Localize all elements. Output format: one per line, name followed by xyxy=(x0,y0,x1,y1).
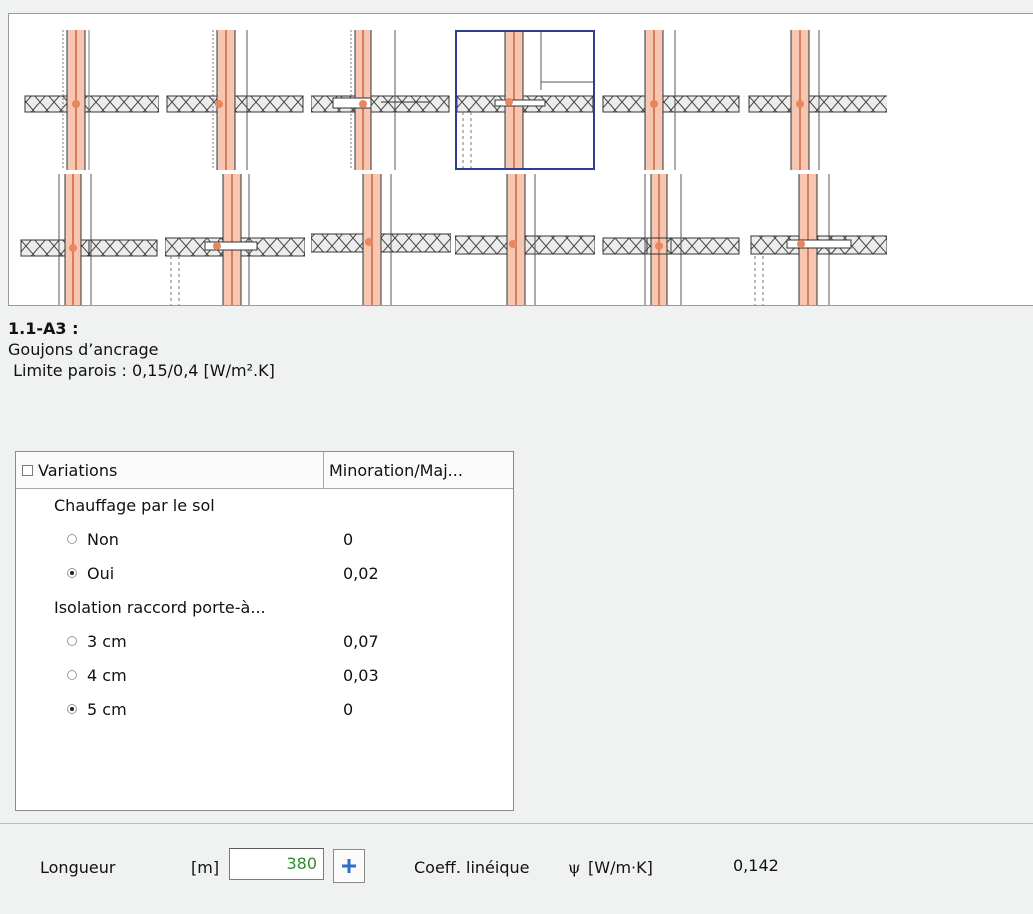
detail-description: Goujons d’ancrage xyxy=(8,340,159,359)
option-row-insulation-3cm[interactable]: 3 cm 0,07 xyxy=(16,624,513,658)
option-label: Non xyxy=(87,529,119,549)
thumbnail-drawing xyxy=(311,30,450,170)
length-label: Longueur xyxy=(40,858,116,877)
variations-select-all-checkbox[interactable] xyxy=(22,464,33,476)
option-value: 0 xyxy=(343,529,354,549)
option-value: 0 xyxy=(343,699,354,719)
thumbnail-drawing xyxy=(166,30,304,170)
thumbnail-drawing xyxy=(311,174,451,305)
thumbnail-row1-col2[interactable] xyxy=(165,30,305,170)
thumbnail-drawing xyxy=(455,174,595,305)
variations-table-header: Variations Minoration/Maj... xyxy=(16,452,513,489)
thumbnail-row2-col4[interactable] xyxy=(455,174,595,305)
variation-group-floor-heating: Chauffage par le sol xyxy=(16,488,513,522)
variations-table: Variations Minoration/Maj... Chauffage p… xyxy=(15,451,514,811)
plus-icon xyxy=(342,859,356,873)
thumbnail-drawing xyxy=(602,30,740,170)
thumbnail-row2-col1[interactable] xyxy=(19,174,159,305)
detail-thumbnail-gallery[interactable] xyxy=(8,13,1033,306)
wall-limit-text: Limite parois : 0,15/0,4 [W/m².K] xyxy=(8,361,275,380)
variations-column-label: Variations xyxy=(38,460,118,480)
linear-coefficient-label: Coeff. linéique xyxy=(414,858,530,877)
option-row-floor-heating-no[interactable]: Non 0 xyxy=(16,522,513,556)
option-label: Oui xyxy=(87,563,115,583)
bottom-toolbar: Longueur [m] 380 Coeff. linéique ψ [W/m·… xyxy=(0,824,1033,914)
option-label: 3 cm xyxy=(87,631,127,651)
detail-info: 1.1-A3 : Goujons d’ancrage Limite parois… xyxy=(8,318,275,381)
psi-symbol: ψ xyxy=(568,858,581,877)
thumbnail-row2-col3[interactable] xyxy=(311,174,451,305)
radio-button-selected[interactable] xyxy=(67,568,77,578)
length-input[interactable]: 380 xyxy=(229,848,324,880)
variations-column-header[interactable]: Variations xyxy=(16,452,324,488)
thumbnail-drawing xyxy=(456,30,595,170)
thumbnail-drawing xyxy=(602,174,740,305)
option-row-floor-heating-yes[interactable]: Oui 0,02 xyxy=(16,556,513,590)
radio-button-selected[interactable] xyxy=(67,704,77,714)
detail-code: 1.1-A3 : xyxy=(8,319,79,338)
thumbnail-row1-col1[interactable] xyxy=(19,30,159,170)
radio-button[interactable] xyxy=(67,534,77,544)
option-label: 4 cm xyxy=(87,665,127,685)
radio-button[interactable] xyxy=(67,670,77,680)
option-row-insulation-5cm[interactable]: 5 cm 0 xyxy=(16,692,513,726)
option-value: 0,07 xyxy=(343,631,379,651)
thumbnail-drawing xyxy=(748,30,887,170)
add-button[interactable] xyxy=(333,849,365,883)
group-label: Isolation raccord porte-à... xyxy=(54,597,266,617)
option-value: 0,03 xyxy=(343,665,379,685)
thumbnail-drawing xyxy=(165,174,305,305)
adjustment-column-header[interactable]: Minoration/Maj... xyxy=(324,452,513,488)
thumbnail-row2-col2[interactable] xyxy=(165,174,305,305)
adjustment-column-label: Minoration/Maj... xyxy=(329,460,463,480)
group-label: Chauffage par le sol xyxy=(54,495,215,515)
radio-button[interactable] xyxy=(67,636,77,646)
thumbnail-row1-col3[interactable] xyxy=(311,30,451,170)
thumbnail-drawing xyxy=(20,174,158,305)
length-unit: [m] xyxy=(191,858,220,877)
option-value: 0,02 xyxy=(343,563,379,583)
thumbnail-drawing xyxy=(750,174,887,305)
option-row-insulation-4cm[interactable]: 4 cm 0,03 xyxy=(16,658,513,692)
thumbnail-row2-col5[interactable] xyxy=(601,174,741,305)
option-label: 5 cm xyxy=(87,699,127,719)
thumbnail-row1-col5[interactable] xyxy=(601,30,741,170)
linear-coefficient-value: 0,142 xyxy=(733,856,779,875)
thumbnail-row1-col6[interactable] xyxy=(747,30,887,170)
variation-group-insulation: Isolation raccord porte-à... xyxy=(16,590,513,624)
thumbnail-row2-col6[interactable] xyxy=(747,174,887,305)
linear-coefficient-unit: [W/m·K] xyxy=(588,858,653,877)
thumbnail-drawing xyxy=(24,30,159,170)
thumbnail-row1-col4-selected[interactable] xyxy=(455,30,595,170)
